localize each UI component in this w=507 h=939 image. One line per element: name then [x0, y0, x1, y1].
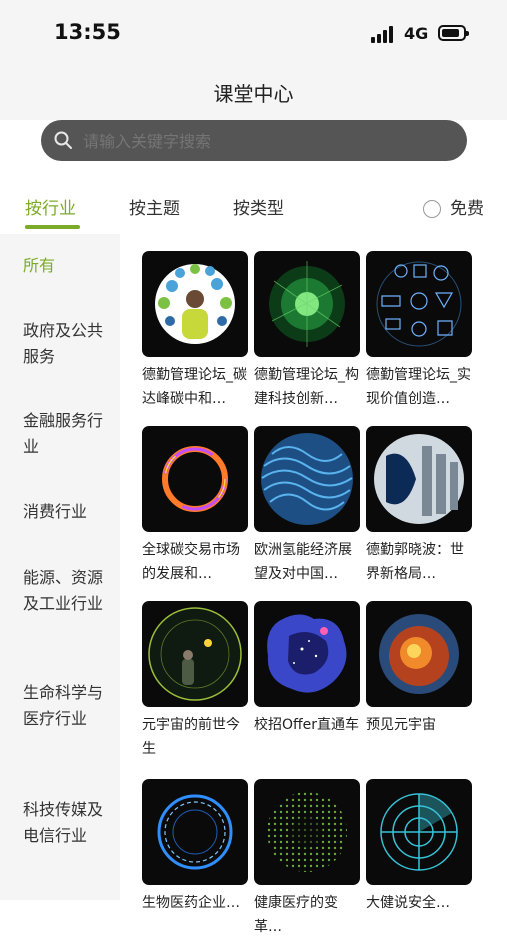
course-card[interactable]: 健康医疗的变革…: [254, 779, 360, 939]
course-thumbnail: [142, 601, 248, 707]
course-thumbnail: [254, 251, 360, 357]
course-thumbnail: [366, 251, 472, 357]
page-title: 课堂中心: [213, 82, 294, 106]
course-title: 欧洲氢能经济展望及对中国…: [254, 542, 352, 582]
course-card[interactable]: 欧洲氢能经济展望及对中国…: [254, 426, 360, 586]
course-card[interactable]: 校招Offer直通车: [254, 601, 360, 737]
tab-by-topic[interactable]: 按主题: [129, 194, 180, 219]
course-thumbnail: [142, 426, 248, 532]
course-title: 元宇宙的前世今生: [142, 717, 240, 757]
sidebar-item-consumer[interactable]: 消费行业: [23, 499, 103, 525]
sidebar-item-finance[interactable]: 金融服务行业: [23, 408, 103, 460]
course-card[interactable]: 德勤郭晓波：世界新格局…: [366, 426, 472, 586]
course-title: 德勤管理论坛_碳达峰碳中和…: [142, 367, 247, 407]
industry-sidebar: 所有 政府及公共服务 金融服务行业 消费行业 能源、资源及工业行业 生命科学与医…: [0, 234, 120, 900]
course-card[interactable]: 大健说安全…: [366, 779, 472, 915]
sidebar-item-government[interactable]: 政府及公共服务: [23, 318, 103, 370]
search-bar[interactable]: [41, 120, 467, 163]
course-card[interactable]: 生物医药企业…: [142, 779, 248, 915]
course-thumbnail: [254, 779, 360, 885]
course-title: 德勤管理论坛_实现价值创造…: [366, 367, 471, 407]
course-thumbnail: [254, 426, 360, 532]
course-card[interactable]: 德勤管理论坛_实现价值创造…: [366, 251, 472, 411]
course-thumbnail: [142, 779, 248, 885]
course-card[interactable]: 元宇宙的前世今生: [142, 601, 248, 761]
course-thumbnail: [366, 426, 472, 532]
free-filter[interactable]: 免费: [423, 194, 484, 219]
course-title: 大健说安全…: [366, 895, 450, 911]
sidebar-item-tech-media[interactable]: 科技传媒及电信行业: [23, 797, 103, 849]
radio-circle-icon: [423, 200, 441, 218]
status-time: 13:55: [54, 20, 121, 44]
tab-by-type[interactable]: 按类型: [233, 194, 284, 219]
course-title: 全球碳交易市场的发展和…: [142, 542, 240, 582]
sidebar-item-energy[interactable]: 能源、资源及工业行业: [23, 565, 103, 617]
status-bar: 13:55 4G: [0, 0, 507, 68]
course-thumbnail: [366, 779, 472, 885]
sidebar-item-all[interactable]: 所有: [23, 253, 103, 279]
sidebar-item-life-science[interactable]: 生命科学与医疗行业: [23, 680, 103, 732]
signal-icon: [371, 25, 397, 43]
course-card[interactable]: 全球碳交易市场的发展和…: [142, 426, 248, 586]
course-title: 德勤郭晓波：世界新格局…: [366, 542, 464, 582]
course-title: 健康医疗的变革…: [254, 895, 338, 935]
header: 课堂中心: [0, 68, 507, 120]
course-card[interactable]: 德勤管理论坛_碳达峰碳中和…: [142, 251, 248, 411]
course-title: 德勤管理论坛_构建科技创新…: [254, 367, 359, 407]
course-card[interactable]: 预见元宇宙: [366, 601, 472, 737]
free-filter-label: 免费: [450, 199, 484, 219]
search-input[interactable]: [81, 120, 445, 163]
search-bar-container: [0, 120, 507, 178]
search-icon: [54, 131, 72, 149]
network-label: 4G: [404, 24, 429, 43]
course-title: 校招Offer直通车: [254, 717, 360, 733]
course-title: 预见元宇宙: [366, 717, 436, 733]
course-thumbnail: [254, 601, 360, 707]
course-title: 生物医药企业…: [142, 895, 240, 911]
course-grid: 德勤管理论坛_碳达峰碳中和… 德勤管理论坛_构建科技创新… 德勤管理论坛_实现价…: [120, 234, 507, 935]
course-thumbnail: [366, 601, 472, 707]
course-card[interactable]: 德勤管理论坛_构建科技创新…: [254, 251, 360, 411]
active-tab-indicator: [25, 225, 80, 229]
course-thumbnail: [142, 251, 248, 357]
tab-by-industry[interactable]: 按行业: [25, 194, 76, 219]
battery-icon: [438, 25, 469, 41]
filter-tabs: 按行业 按主题 按类型 免费: [0, 178, 507, 234]
